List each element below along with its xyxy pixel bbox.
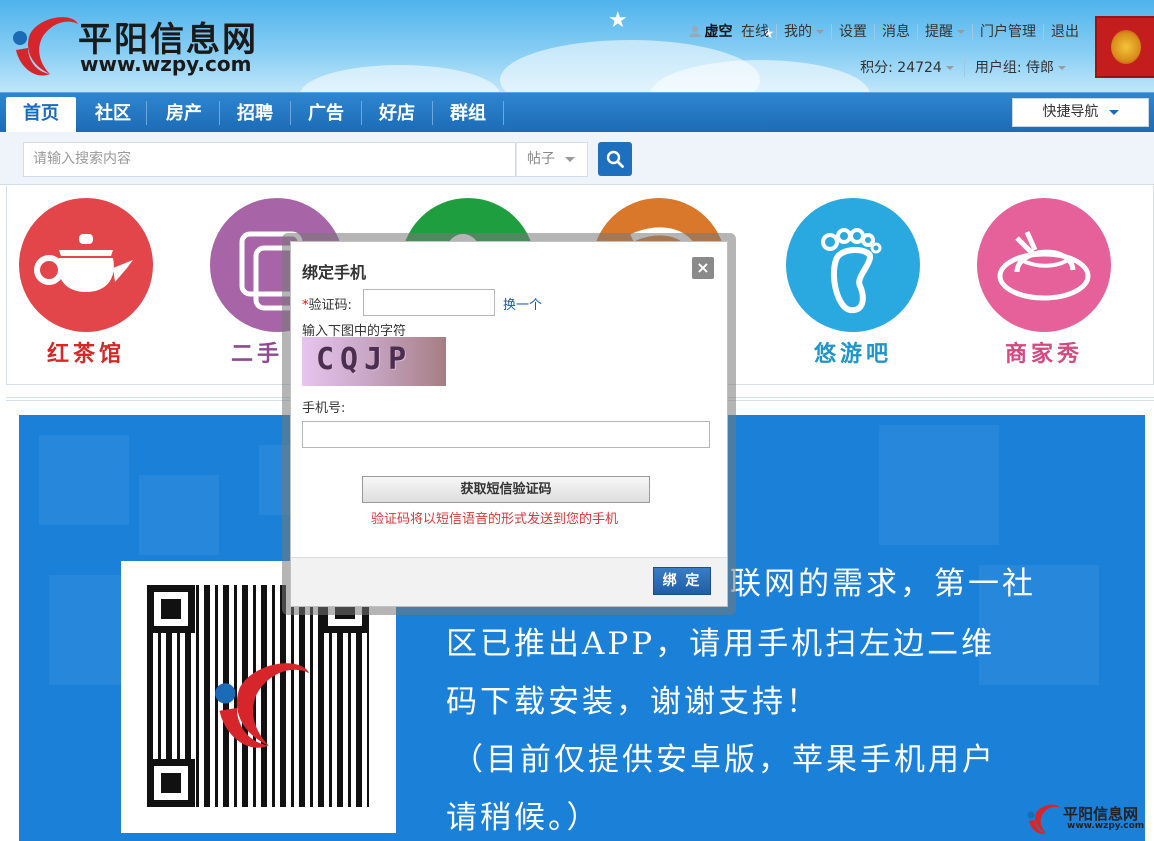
my-menu[interactable]: 我的 (776, 24, 831, 40)
bind-button[interactable]: 绑 定 (653, 567, 711, 595)
category-merchant-show[interactable] (977, 198, 1111, 332)
hat-icon (997, 230, 1091, 301)
search-input[interactable]: 请输入搜索内容 (23, 142, 516, 177)
reminders-label: 提醒 (925, 24, 953, 40)
category-label: 红茶馆 (46, 341, 125, 367)
watermark-url: www.wzpy.com (1067, 821, 1145, 831)
main-nav: 首页 社区 房产 招聘 广告 好店 群组 (0, 92, 1154, 133)
site-url[interactable]: www.wzpy.com (80, 52, 251, 76)
online-status: 在线 (741, 24, 769, 40)
star-icon: ★ (608, 8, 628, 33)
usergroup-label: 用户组: 侍郎 (974, 60, 1054, 76)
nav-item-groups[interactable]: 群组 (433, 97, 503, 133)
footprint-icon (821, 228, 882, 314)
username[interactable]: 虚空 (705, 24, 733, 40)
category-red-tea-house[interactable] (19, 198, 153, 332)
captcha-field-label: *验证码: (302, 294, 352, 313)
my-menu-label: 我的 (784, 24, 812, 40)
chevron-down-icon (565, 156, 575, 162)
search-type-select[interactable]: 帖子 (516, 142, 588, 177)
qr-finder-icon (147, 585, 195, 633)
user-icon (688, 26, 701, 37)
chevron-down-icon (945, 66, 954, 70)
search-button[interactable] (598, 142, 632, 176)
quick-nav-label: 快捷导航 (1042, 104, 1099, 120)
phone-label: 手机号: (302, 401, 346, 416)
chevron-down-icon (1058, 66, 1066, 70)
banner-text-line: 码下载安装，谢谢支持！ (446, 684, 820, 720)
points-label: 积分: 24724 (860, 60, 942, 76)
captcha-characters: CQJP (316, 342, 413, 377)
sms-note: 验证码将以短信语音的形式发送到您的手机 (371, 512, 619, 527)
logout-link[interactable]: 退出 (1043, 24, 1086, 40)
chevron-down-icon (816, 30, 824, 34)
portal-admin-link[interactable]: 门户管理 (972, 24, 1043, 40)
nav-item-jobs[interactable]: 招聘 (220, 97, 290, 133)
logo-mark-icon (215, 663, 310, 748)
category-label: 悠游吧 (813, 341, 892, 367)
search-icon (606, 150, 624, 168)
captcha-input[interactable] (363, 289, 495, 316)
qr-finder-icon (147, 759, 195, 807)
watermark-logo-icon (1027, 804, 1060, 834)
nav-item-community[interactable]: 社区 (78, 97, 148, 133)
search-type-label: 帖子 (527, 151, 555, 167)
close-button[interactable]: × (692, 257, 714, 279)
category-travel[interactable] (786, 198, 920, 332)
nav-item-shops[interactable]: 好店 (362, 97, 432, 133)
points-menu[interactable]: 积分: 24724 (850, 57, 964, 77)
banner-text-line: （目前仅提供安卓版，苹果手机用户 (452, 742, 996, 778)
nav-item-ads[interactable]: 广告 (291, 97, 361, 133)
category-label: 商家秀 (1004, 341, 1083, 367)
chevron-down-icon (1108, 109, 1119, 115)
banner-text-line: 请稍候。） (446, 800, 601, 836)
reminders-menu[interactable]: 提醒 (917, 24, 972, 40)
avatar[interactable] (1095, 16, 1154, 78)
user-toolbar: 虚空 在线 我的 设置 消息 提醒 门户管理 退出 (682, 24, 1086, 40)
usergroup-menu[interactable]: 用户组: 侍郎 (963, 57, 1076, 77)
logo-mark-icon (13, 17, 78, 76)
captcha-label-text: 验证码: (308, 298, 352, 313)
quick-nav-button[interactable]: 快捷导航 (1012, 98, 1149, 127)
settings-link[interactable]: 设置 (831, 24, 874, 40)
dialog-title: 绑定手机 (302, 263, 367, 282)
messages-link[interactable]: 消息 (874, 24, 917, 40)
teapot-icon (34, 234, 133, 292)
user-stats: 积分: 24724 用户组: 侍郎 (850, 57, 1076, 77)
user-status[interactable]: 虚空 在线 (682, 24, 776, 40)
nav-item-home[interactable]: 首页 (6, 97, 76, 133)
chevron-down-icon (957, 30, 965, 34)
refresh-captcha-link[interactable]: 换一个 (503, 294, 542, 313)
phone-number-input[interactable] (302, 421, 710, 448)
banner-text-line: 区已推出APP，请用手机扫左边二维 (446, 626, 996, 662)
banner-text-line: 联网的需求，第一社 (730, 566, 1036, 602)
nav-item-realestate[interactable]: 房产 (149, 97, 219, 133)
get-sms-code-button[interactable]: 获取短信验证码 (362, 476, 650, 503)
